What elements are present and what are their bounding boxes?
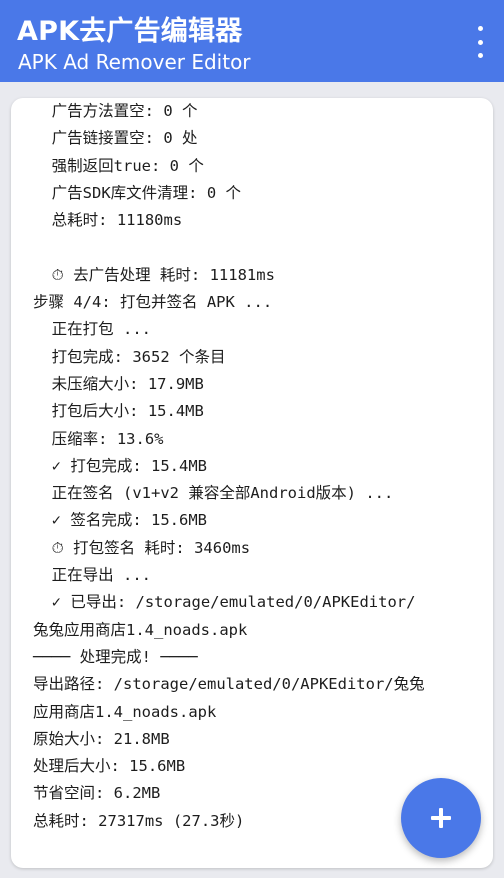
log-line: ⏱ 去广告处理 耗时: 11181ms <box>33 265 275 284</box>
add-button[interactable] <box>401 778 481 858</box>
log-line: 打包后大小: 15.4MB <box>33 402 204 421</box>
log-line: 广告方法置空: 0 个 <box>33 102 198 120</box>
log-output: 广告方法置空: 0 个 广告链接置空: 0 处 强制返回true: 0 个 广告… <box>33 98 483 835</box>
log-line: 兔兔应用商店1.4_noads.apk <box>33 620 248 639</box>
log-line: ──── 处理完成! ──── <box>33 647 198 666</box>
log-line: 广告链接置空: 0 处 <box>33 129 198 148</box>
log-line: 正在打包 ... <box>33 320 151 339</box>
log-line: 应用商店1.4_noads.apk <box>33 702 217 721</box>
log-line: 正在导出 ... <box>33 566 151 585</box>
log-line: 打包完成: 3652 个条目 <box>33 347 226 366</box>
log-line: ✓ 签名完成: 15.6MB <box>33 511 207 530</box>
log-line: 步骤 4/4: 打包并签名 APK ... <box>33 293 273 312</box>
log-card[interactable]: 广告方法置空: 0 个 广告链接置空: 0 处 强制返回true: 0 个 广告… <box>11 98 493 868</box>
more-vert-icon[interactable] <box>470 26 490 58</box>
log-line: 强制返回true: 0 个 <box>33 156 204 175</box>
log-line: 压缩率: 13.6% <box>33 429 164 448</box>
log-line: 广告SDK库文件清理: 0 个 <box>33 183 241 202</box>
log-line: 原始大小: 21.8MB <box>33 729 170 748</box>
log-line: 总耗时: 11180ms <box>33 211 183 230</box>
app-subtitle: APK Ad Remover Editor <box>18 50 251 74</box>
log-line: 处理后大小: 15.6MB <box>33 757 186 776</box>
log-line: ✓ 打包完成: 15.4MB <box>33 456 207 475</box>
plus-icon <box>431 808 451 828</box>
log-line: 未压缩大小: 17.9MB <box>33 374 204 393</box>
app-title: APK去广告编辑器 <box>17 16 243 47</box>
log-line: ⏱ 打包签名 耗时: 3460ms <box>33 538 251 557</box>
log-line: 正在签名 (v1+v2 兼容全部Android版本) ... <box>33 484 394 503</box>
menu-dot <box>477 26 483 31</box>
log-line: ✓ 已导出: /storage/emulated/0/APKEditor/ <box>33 593 416 612</box>
menu-dot <box>477 53 483 58</box>
menu-dot <box>477 39 483 45</box>
log-line: 导出路径: /storage/emulated/0/APKEditor/兔兔 <box>33 675 425 694</box>
app-bar: APK去广告编辑器 APK Ad Remover Editor <box>0 0 504 82</box>
